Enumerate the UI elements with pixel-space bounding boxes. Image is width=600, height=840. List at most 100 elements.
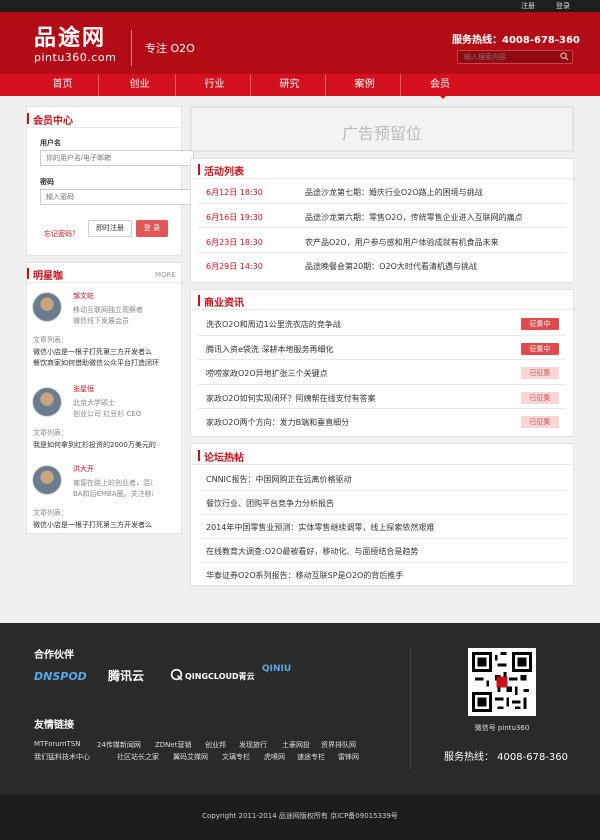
event-title-link[interactable]: 农产品O2O，用户参与感和用户体验成就有机食品未来: [305, 237, 499, 248]
article-list-label: 文章列表：: [33, 509, 68, 517]
event-date: 6月23日 18:30: [206, 238, 263, 247]
status-badge[interactable]: 征集中: [521, 318, 559, 330]
partner-logo-dnspod[interactable]: DNSPOD: [34, 670, 87, 683]
business-row-divider: [198, 384, 566, 385]
friend-link[interactable]: 土豪网投: [282, 740, 310, 750]
event-row-divider: [198, 227, 566, 228]
forgot-password-link[interactable]: 忘记密码？: [44, 229, 79, 239]
experts-more-link[interactable]: MORE: [155, 271, 176, 279]
top-register-link[interactable]: 注册: [521, 1, 535, 11]
header-divider: [131, 30, 132, 66]
login-button[interactable]: 登 录: [136, 220, 168, 237]
search-icon[interactable]: [560, 52, 569, 61]
expert-article-link[interactable]: 微信小店是一根子打死第三方开发者么: [33, 347, 173, 357]
business-news-link[interactable]: 洗衣O2O和周边1公里洗衣店的竞争战: [206, 319, 341, 330]
forum-row-divider: [198, 490, 566, 491]
forum-post-link[interactable]: CNNIC报告：中国网购正在远离价格驱动: [206, 474, 352, 485]
nav-member[interactable]: 会员: [404, 74, 476, 96]
expert-desc: 移动互联网独立观察者: [73, 306, 143, 314]
nav-startup[interactable]: 创业: [104, 74, 176, 96]
experts-title: 明星咖: [33, 271, 63, 282]
friend-link[interactable]: ZDNet营销: [155, 740, 191, 750]
friend-link[interactable]: 创业邦: [205, 740, 226, 750]
expert-desc: 创业公司 红豆杉 CEO: [73, 410, 142, 418]
nav-industry[interactable]: 行业: [179, 74, 251, 96]
forum-post-link[interactable]: 餐饮行业、团购平台竞争力分析报告: [206, 498, 334, 509]
event-date: 6月29日 14:30: [206, 262, 263, 271]
username-label: 用户名: [40, 139, 61, 147]
nav-home[interactable]: 首页: [27, 74, 99, 96]
password-input[interactable]: [40, 189, 194, 205]
nav-active-indicator: [438, 94, 448, 99]
site-logo[interactable]: 品途网: [34, 20, 106, 52]
expert-article-link[interactable]: 我是如何拿到红杉投资的2000万美元的: [33, 440, 173, 450]
forum-post-link[interactable]: 在线教育大调查:O2O最被看好，移动化、与面授结合是趋势: [206, 546, 418, 557]
forum-row-divider: [198, 538, 566, 539]
business-divider: [191, 309, 573, 310]
business-news-link[interactable]: 唠唠家政O2O异地扩张三个关键点: [206, 368, 328, 379]
friend-link[interactable]: 24传媒新闻网: [97, 740, 141, 750]
event-row-divider: [198, 203, 566, 204]
friend-link[interactable]: 文璃专栏: [222, 752, 250, 762]
avatar[interactable]: [32, 292, 62, 322]
status-badge[interactable]: 已征集: [521, 416, 559, 428]
event-title-link[interactable]: 品途沙龙第七期：婚庆行业O2O路上的困境与挑战: [305, 187, 483, 198]
business-row-divider: [198, 359, 566, 360]
search-input[interactable]: [457, 50, 573, 64]
business-news-link[interactable]: 腾讯入资e袋洗 深耕本地服务再细化: [206, 344, 333, 355]
avatar[interactable]: [32, 387, 62, 417]
forum-title-bar: [198, 450, 200, 461]
event-title-link[interactable]: 品途晚餐会第20期：O2O大时代看清机遇与挑战: [305, 261, 477, 272]
friend-link[interactable]: 翼码艾媒网: [173, 752, 208, 762]
nav-research[interactable]: 研究: [254, 74, 326, 96]
status-badge[interactable]: 已征集: [521, 392, 559, 404]
friend-link[interactable]: 资界排队网: [321, 740, 356, 750]
expert-article-link[interactable]: 餐饮商家如何借助微信公众平台打造闭环: [33, 358, 173, 368]
event-row-divider: [198, 252, 566, 253]
wechat-qr-code: [468, 648, 536, 716]
business-title: 商业资讯: [204, 298, 244, 309]
friend-link[interactable]: 虎嗅网: [264, 752, 285, 762]
expert-name[interactable]: 邹文屹: [73, 291, 94, 301]
friend-link[interactable]: MTForumTSN: [34, 740, 80, 748]
expert-desc: 微信线下发展会员: [73, 317, 129, 325]
expert-name[interactable]: 张星恒: [73, 384, 94, 394]
experts-divider: [27, 282, 181, 283]
events-title: 活动列表: [204, 167, 244, 178]
partner-logo-tencent-cloud[interactable]: 腾讯云: [108, 667, 144, 684]
footer-divider: [410, 648, 411, 770]
friend-link[interactable]: 社区站长之家: [117, 752, 159, 762]
status-badge[interactable]: 征集中: [521, 343, 559, 355]
forum-row-divider: [198, 562, 566, 563]
expert-desc: 匍匐在路上的创业者，混过M: [73, 479, 153, 487]
expert-article-link[interactable]: 微信小店是一根子打死第三方开发者么: [33, 520, 173, 530]
business-title-bar: [198, 295, 200, 306]
friend-link[interactable]: 雷锋网: [338, 752, 359, 762]
expert-desc: 北京大学硕士: [73, 399, 115, 407]
username-input[interactable]: [40, 150, 194, 166]
member-divider: [27, 127, 181, 128]
friend-link[interactable]: 我们猛料技术中心: [34, 752, 90, 762]
event-title-link[interactable]: 品途沙龙第六期：零售O2O，传统零售企业进入互联网的痛点: [305, 212, 523, 223]
password-label: 密码: [40, 178, 54, 186]
forum-post-link[interactable]: 2014年中国零售业预测：实体零售继续调零，线上探索依然艰难: [206, 522, 434, 533]
expert-name[interactable]: 洪大开: [73, 464, 94, 474]
forum-title: 论坛热帖: [204, 453, 244, 464]
site-logo-domain: pintu360.com: [34, 51, 117, 64]
qingcloud-logo-icon: [170, 668, 183, 681]
top-login-link[interactable]: 登录: [556, 1, 570, 11]
forum-post-link[interactable]: 华泰证券O2O系列报告：移动互联SP是O2O的背后推手: [206, 570, 403, 581]
friend-link[interactable]: 速途专栏: [297, 752, 325, 762]
business-news-link[interactable]: 家政O2O两个方向：发力B端和垂直细分: [206, 417, 349, 428]
status-badge[interactable]: 已征集: [521, 367, 559, 379]
nav-cases[interactable]: 案例: [329, 74, 401, 96]
partner-logo-qiniu[interactable]: QINIU: [262, 664, 291, 674]
friend-link[interactable]: 发现旅行: [239, 740, 267, 750]
register-button[interactable]: 即时注册: [88, 220, 132, 237]
avatar[interactable]: [32, 465, 62, 495]
events-title-bar: [198, 164, 200, 175]
business-news-link[interactable]: 家政O2O如何实现闭环？阿姨帮在线支付有答案: [206, 393, 376, 404]
business-panel: [190, 289, 574, 437]
article-list-label: 文章列表：: [33, 429, 68, 437]
partner-logo-qingcloud[interactable]: QINGCLOUD青云: [185, 671, 255, 682]
